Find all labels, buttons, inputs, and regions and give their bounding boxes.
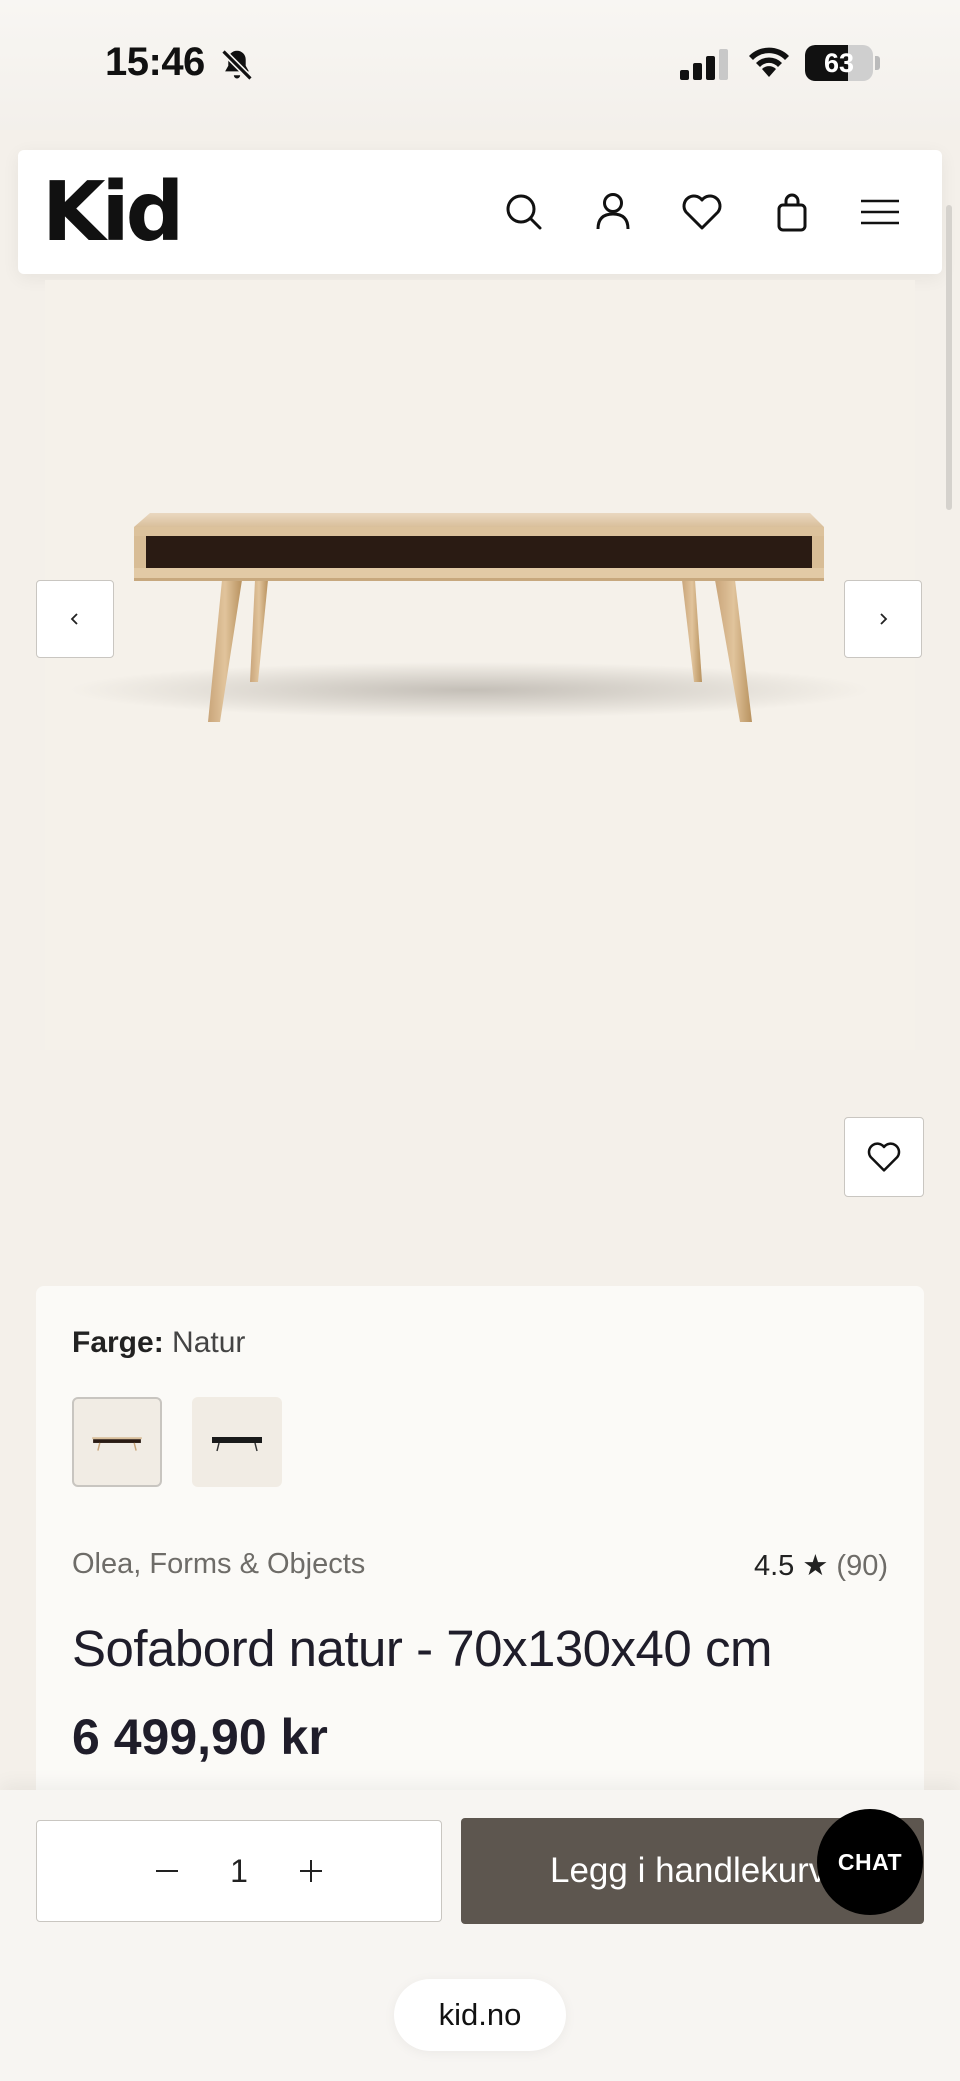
bell-slash-icon [221,49,253,81]
chevron-right-icon [880,613,888,625]
battery-percent: 63 [823,48,855,78]
increase-quantity-button[interactable] [281,1821,341,1921]
battery-icon: 63 [805,45,873,81]
color-value: Natur [172,1326,246,1359]
next-image-button[interactable] [844,580,922,658]
product-title: Sofabord natur - 70x130x40 cm [72,1620,772,1677]
add-to-wishlist-button[interactable] [844,1117,924,1197]
minus-icon [156,1870,178,1872]
quantity-stepper: 1 [36,1820,442,1922]
chat-button[interactable]: CHAT [817,1809,923,1915]
chevron-left-icon [70,613,78,625]
cellular-signal-icon [680,49,728,80]
status-bar: 15:46 63 [0,0,960,130]
account-icon[interactable] [589,188,637,236]
plus-icon [300,1860,322,1882]
logo[interactable]: Kid [42,168,184,258]
url-bar[interactable]: kid.no [394,1979,566,2051]
rating-count: (90) [836,1550,888,1582]
status-time: 15:46 [105,40,205,84]
quantity-value[interactable]: 1 [207,1821,271,1921]
wifi-icon [749,47,789,77]
menu-icon[interactable] [856,188,904,236]
decrease-quantity-button[interactable] [137,1821,197,1921]
star-icon: ★ [802,1550,829,1582]
shopping-bag-icon[interactable] [768,188,816,236]
heart-icon[interactable] [678,188,726,236]
product-brand[interactable]: Olea, Forms & Objects [72,1548,365,1581]
color-label: Farge: [72,1326,164,1359]
product-image [0,280,960,1260]
prev-image-button[interactable] [36,580,114,658]
heart-icon [867,1142,901,1172]
search-icon[interactable] [500,188,548,236]
product-info-card: Farge: Natur Olea, Forms & Objects 4.5 ★… [36,1286,924,1806]
battery-nub [875,56,880,70]
color-swatch-natur[interactable] [72,1397,162,1487]
product-price: 6 499,90 kr [72,1709,328,1765]
color-swatch-dark[interactable] [192,1397,282,1487]
site-header: Kid [18,150,942,274]
color-selector-label: Farge: Natur [72,1326,245,1360]
product-rating[interactable]: 4.5 ★ (90) [754,1548,888,1583]
rating-value: 4.5 [753,1550,795,1582]
